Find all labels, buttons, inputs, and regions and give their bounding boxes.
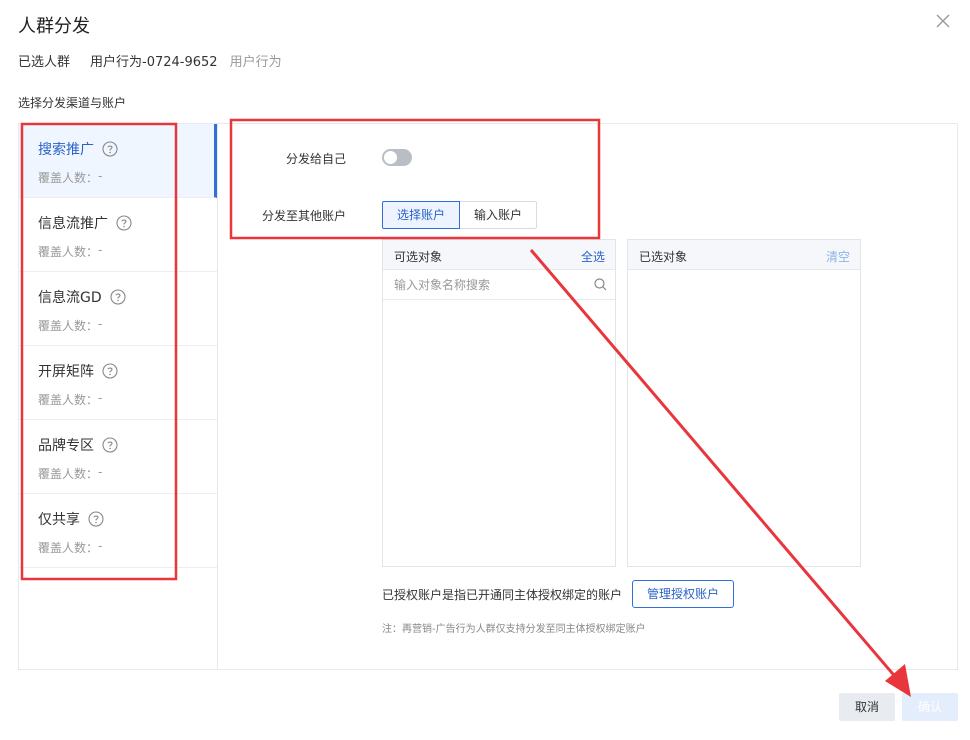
- select-account-tab[interactable]: 选择账户: [382, 201, 461, 229]
- cover-label: 覆盖人数：: [38, 319, 99, 333]
- channel-item-feed[interactable]: 信息流推广 覆盖人数： -: [19, 198, 217, 272]
- account-mode-switch: 选择账户 输入账户: [382, 201, 538, 229]
- channel-name: 搜索推广: [38, 142, 94, 158]
- close-icon[interactable]: [934, 12, 952, 30]
- note-text: 注：再营销-广告行为人群仅支持分发至同主体授权绑定账户: [382, 624, 646, 635]
- cover-label: 覆盖人数：: [38, 393, 99, 407]
- object-search: [383, 270, 615, 300]
- cover-label: 覆盖人数：: [38, 245, 99, 259]
- help-icon[interactable]: [116, 215, 132, 231]
- channel-item-brand-zone[interactable]: 品牌专区 覆盖人数： -: [19, 420, 217, 494]
- auth-description: 已授权账户是指已开通同主体授权绑定的账户: [382, 587, 623, 602]
- cover-value: -: [98, 465, 103, 479]
- channel-name: 信息流推广: [38, 216, 108, 232]
- object-search-input[interactable]: [383, 270, 615, 299]
- selected-crowd-row: 已选人群 用户行为-0724-9652 用户行为: [18, 51, 282, 70]
- confirm-button[interactable]: 确认: [902, 693, 958, 721]
- channel-list: 搜索推广 覆盖人数： - 信息流推广 覆盖人数： - 信息流GD 覆盖人数： - 开屏…: [19, 124, 218, 669]
- clear-link[interactable]: 清空: [826, 248, 850, 265]
- help-icon[interactable]: [110, 289, 126, 305]
- distribution-panel: 搜索推广 覆盖人数： - 信息流推广 覆盖人数： - 信息流GD 覆盖人数： - 开屏…: [18, 123, 958, 670]
- others-distribute-label: 分发至其他账户: [261, 209, 346, 223]
- crowd-name: 用户行为-0724-9652: [90, 54, 218, 70]
- cover-label: 覆盖人数：: [38, 171, 99, 185]
- cancel-button[interactable]: 取消: [839, 693, 895, 721]
- cover-label: 覆盖人数：: [38, 541, 99, 555]
- selected-header: 已选对象 清空: [628, 240, 860, 270]
- help-icon[interactable]: [102, 437, 118, 453]
- cover-value: -: [98, 539, 103, 553]
- selected-title: 已选对象: [639, 250, 688, 264]
- selected-crowd-label: 已选人群: [18, 54, 71, 70]
- help-icon[interactable]: [102, 141, 118, 157]
- channel-item-search[interactable]: 搜索推广 覆盖人数： -: [19, 124, 217, 198]
- help-icon[interactable]: [102, 363, 118, 379]
- search-icon[interactable]: [594, 278, 607, 291]
- cover-value: -: [98, 317, 103, 331]
- dialog-title: 人群分发: [18, 16, 90, 37]
- crowd-type: 用户行为: [229, 54, 282, 70]
- available-objects-box: 可选对象 全选: [382, 239, 616, 567]
- select-all-link[interactable]: 全选: [581, 248, 605, 265]
- help-icon[interactable]: [88, 511, 104, 527]
- channel-name: 信息流GD: [38, 290, 102, 306]
- cover-value: -: [98, 391, 103, 405]
- toggle-knob: [384, 151, 397, 164]
- channel-item-feed-gd[interactable]: 信息流GD 覆盖人数： -: [19, 272, 217, 346]
- cover-label: 覆盖人数：: [38, 467, 99, 481]
- selected-objects-box: 已选对象 清空: [627, 239, 861, 567]
- channel-item-splash[interactable]: 开屏矩阵 覆盖人数： -: [19, 346, 217, 420]
- channel-name: 仅共享: [38, 512, 80, 528]
- auth-row: 已授权账户是指已开通同主体授权绑定的账户 管理授权账户: [382, 579, 735, 609]
- cover-value: -: [98, 169, 103, 183]
- channel-item-share-only[interactable]: 仅共享 覆盖人数： -: [19, 494, 217, 568]
- channel-name: 品牌专区: [38, 438, 94, 454]
- self-distribute-toggle[interactable]: [382, 149, 412, 166]
- self-distribute-label: 分发给自己: [285, 152, 346, 166]
- manage-authorized-accounts-button[interactable]: 管理授权账户: [632, 580, 735, 608]
- available-title: 可选对象: [394, 250, 443, 264]
- section-label: 选择分发渠道与账户: [18, 96, 127, 110]
- input-account-tab[interactable]: 输入账户: [460, 201, 538, 229]
- cover-value: -: [98, 243, 103, 257]
- channel-name: 开屏矩阵: [38, 364, 94, 380]
- available-header: 可选对象 全选: [383, 240, 615, 270]
